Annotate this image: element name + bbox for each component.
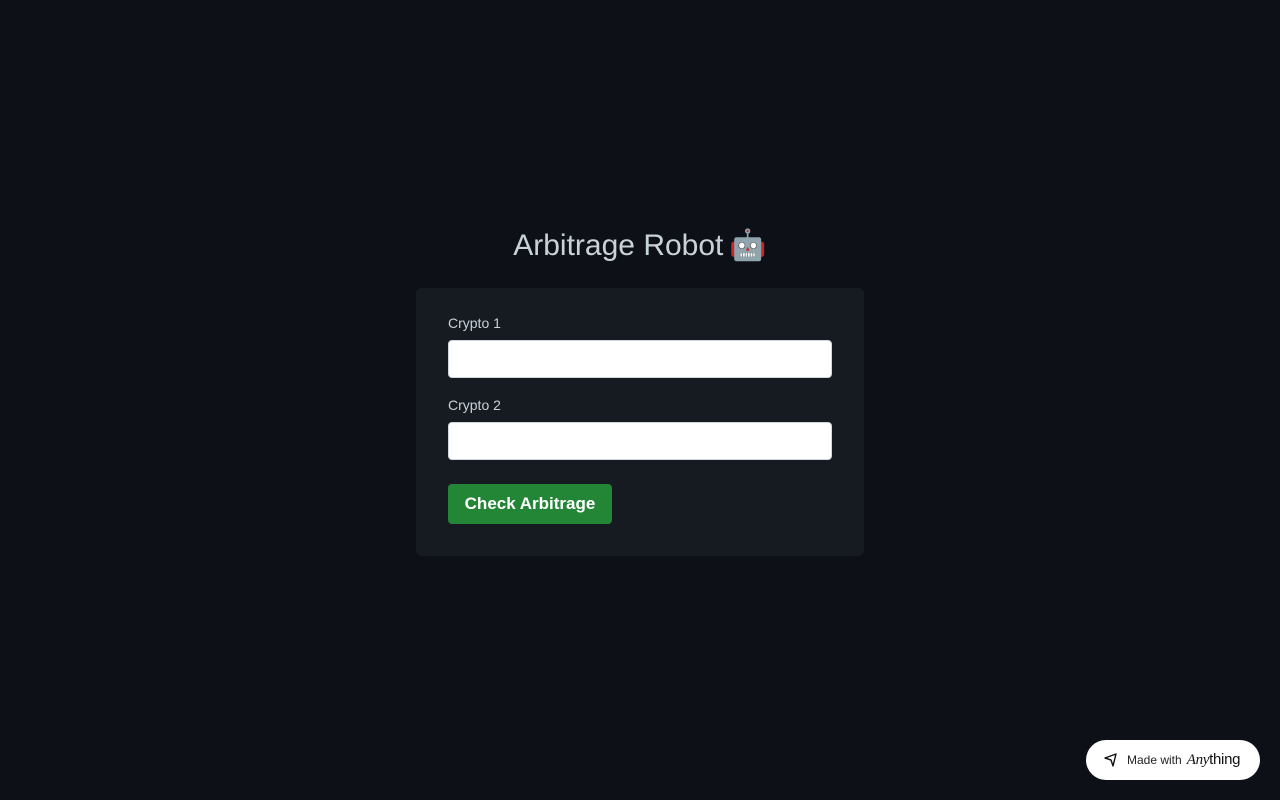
crypto2-label: Crypto 2 (448, 397, 501, 413)
badge-brand: Anything (1186, 751, 1241, 769)
made-with-anything-badge[interactable]: Made with Anything (1086, 740, 1260, 780)
badge-brand-thing: thing (1209, 751, 1241, 768)
crypto2-input[interactable] (448, 422, 832, 460)
page-title-text: Arbitrage Robot (513, 229, 724, 262)
robot-icon: 🤖 (729, 229, 767, 262)
badge-brand-any: Any (1186, 752, 1210, 768)
badge-made-with-text: Made with (1127, 753, 1182, 767)
app-page: Arbitrage Robot 🤖 Crypto 1 Crypto 2 Check… (0, 0, 1280, 800)
check-arbitrage-button[interactable]: Check Arbitrage (448, 484, 612, 524)
arbitrage-form-card: Crypto 1 Crypto 2 Check Arbitrage (416, 288, 864, 556)
page-title: Arbitrage Robot 🤖 (0, 224, 1280, 268)
crypto1-label: Crypto 1 (448, 315, 501, 331)
crypto1-input[interactable] (448, 340, 832, 378)
anything-logo-icon (1104, 753, 1118, 767)
